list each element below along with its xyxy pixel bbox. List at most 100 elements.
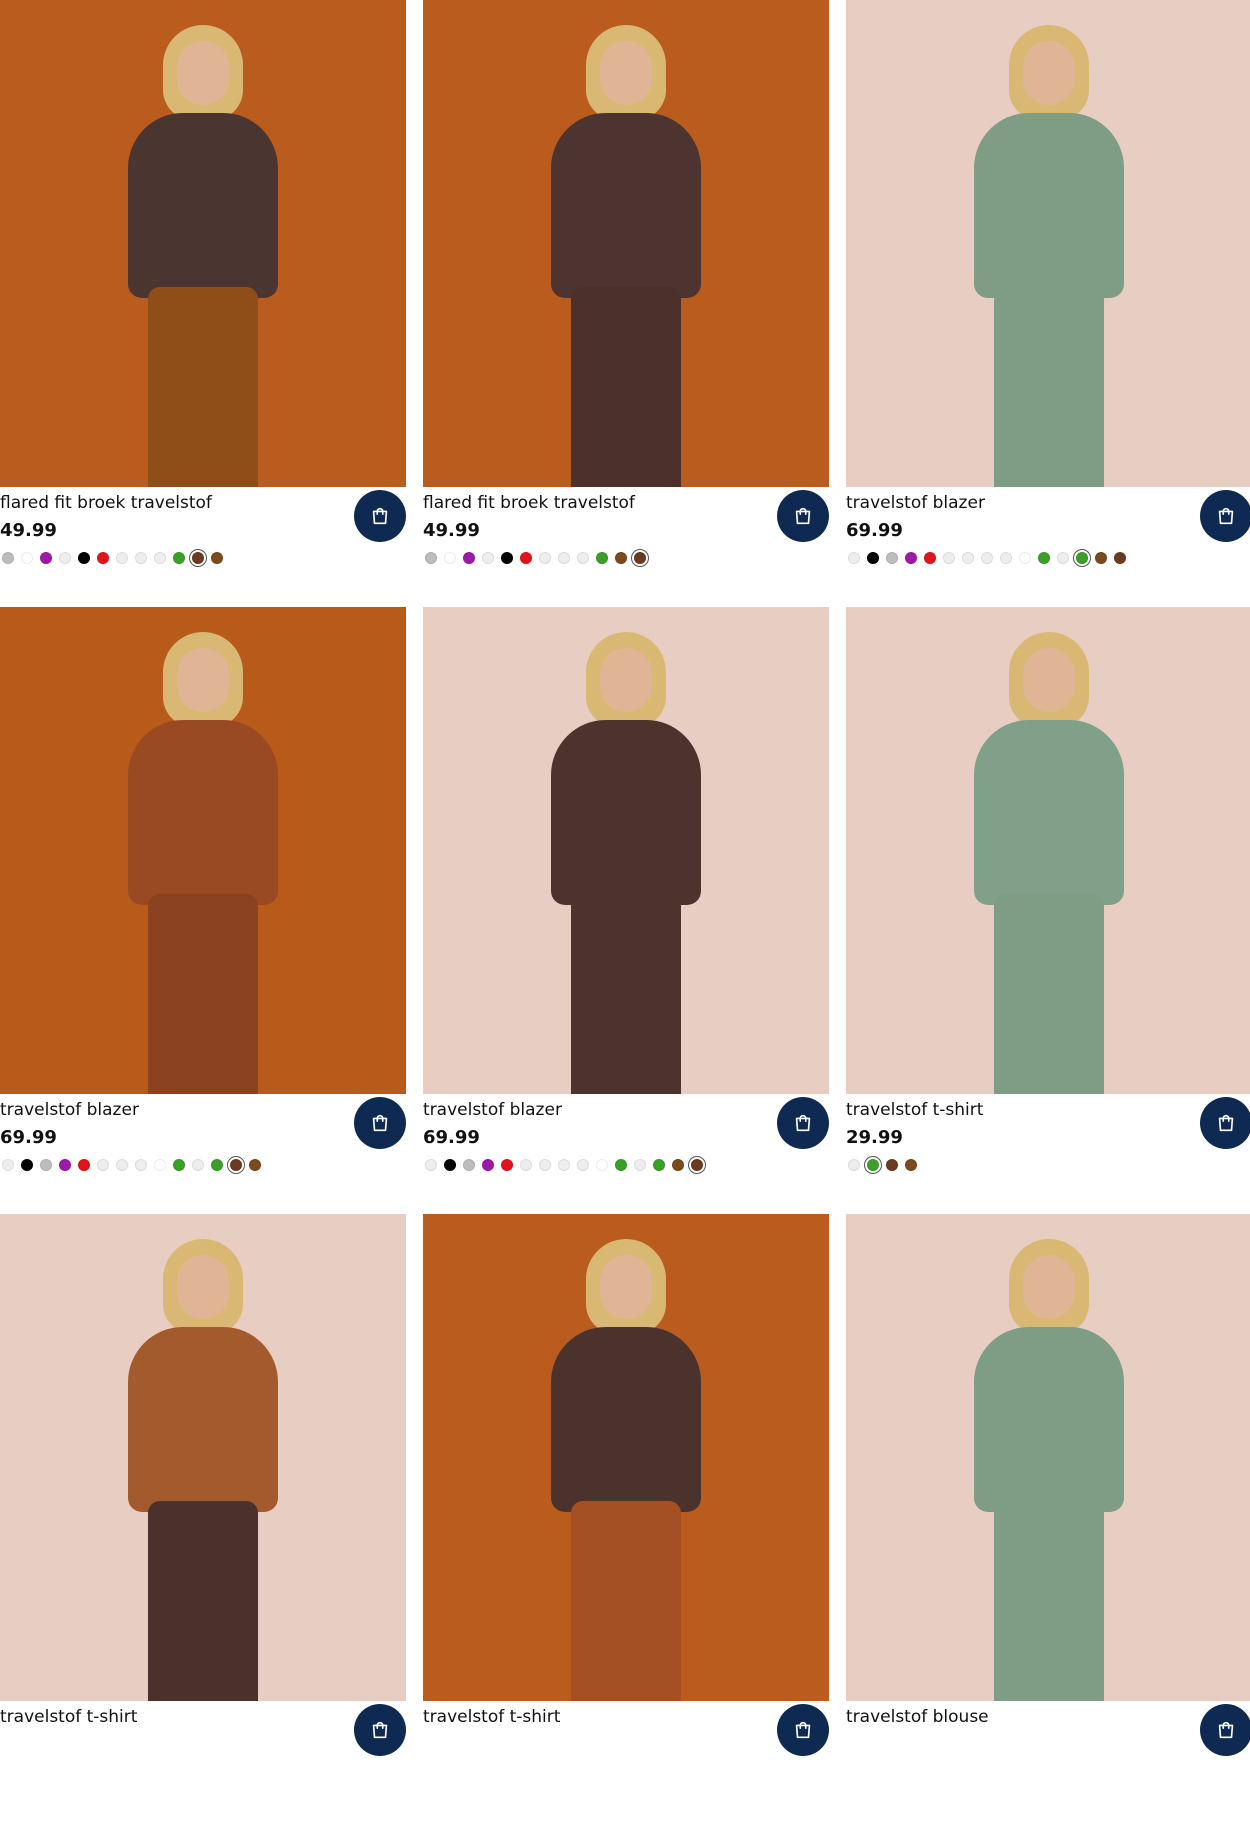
color-swatch[interactable] — [463, 1159, 475, 1171]
color-swatch[interactable] — [2, 1159, 14, 1171]
color-swatch[interactable] — [848, 1159, 860, 1171]
add-to-cart-button[interactable] — [354, 1097, 406, 1149]
color-swatch[interactable] — [1019, 552, 1031, 564]
add-to-cart-button[interactable] — [354, 490, 406, 542]
color-swatch[interactable] — [116, 552, 128, 564]
color-swatch[interactable] — [1000, 552, 1012, 564]
product-photo[interactable] — [423, 1214, 829, 1701]
add-to-cart-button[interactable] — [354, 1704, 406, 1756]
color-swatch[interactable] — [848, 552, 860, 564]
color-swatch[interactable] — [2, 552, 14, 564]
product-card[interactable]: flared fit broek travelstof 49.99 — [0, 0, 406, 607]
color-swatch[interactable] — [59, 552, 71, 564]
color-swatch[interactable] — [577, 1159, 589, 1171]
color-swatch[interactable] — [558, 552, 570, 564]
color-swatch[interactable] — [943, 552, 955, 564]
product-photo[interactable] — [0, 0, 406, 487]
color-swatch[interactable] — [981, 552, 993, 564]
color-swatch[interactable] — [211, 1159, 223, 1171]
color-swatch[interactable] — [97, 1159, 109, 1171]
color-swatch[interactable] — [211, 552, 223, 564]
color-swatch[interactable] — [1057, 552, 1069, 564]
color-swatch[interactable] — [520, 552, 532, 564]
color-swatch[interactable] — [672, 1159, 684, 1171]
product-photo[interactable] — [846, 607, 1250, 1094]
product-photo[interactable] — [423, 0, 829, 487]
color-swatch[interactable] — [501, 1159, 513, 1171]
product-card[interactable]: travelstof blazer 69.99 — [846, 0, 1250, 607]
color-swatch[interactable] — [21, 1159, 33, 1171]
color-swatch[interactable] — [634, 1159, 646, 1171]
color-swatch[interactable] — [924, 552, 936, 564]
color-swatch[interactable] — [116, 1159, 128, 1171]
product-name[interactable]: flared fit broek travelstof — [423, 492, 635, 514]
color-swatch[interactable] — [615, 552, 627, 564]
color-swatch[interactable] — [539, 1159, 551, 1171]
color-swatch[interactable] — [425, 1159, 437, 1171]
color-swatch[interactable] — [444, 552, 456, 564]
product-name[interactable]: travelstof t-shirt — [0, 1706, 137, 1728]
color-swatch[interactable] — [230, 1159, 242, 1171]
color-swatch[interactable] — [249, 1159, 261, 1171]
product-card[interactable]: flared fit broek travelstof 49.99 — [423, 0, 829, 607]
color-swatch[interactable] — [59, 1159, 71, 1171]
color-swatch[interactable] — [596, 552, 608, 564]
color-swatch[interactable] — [463, 552, 475, 564]
product-card[interactable]: travelstof t-shirt 29.99 — [846, 607, 1250, 1214]
add-to-cart-button[interactable] — [1200, 490, 1250, 542]
color-swatch[interactable] — [539, 552, 551, 564]
add-to-cart-button[interactable] — [1200, 1097, 1250, 1149]
color-swatch[interactable] — [615, 1159, 627, 1171]
product-photo[interactable] — [0, 1214, 406, 1701]
color-swatch[interactable] — [425, 552, 437, 564]
color-swatch[interactable] — [482, 552, 494, 564]
color-swatch[interactable] — [1038, 552, 1050, 564]
color-swatch[interactable] — [78, 552, 90, 564]
product-name[interactable]: travelstof blouse — [846, 1706, 989, 1728]
color-swatch[interactable] — [1076, 552, 1088, 564]
add-to-cart-button[interactable] — [777, 1097, 829, 1149]
product-name[interactable]: travelstof blazer — [423, 1099, 562, 1121]
color-swatch[interactable] — [135, 552, 147, 564]
color-swatch[interactable] — [577, 552, 589, 564]
color-swatch[interactable] — [173, 552, 185, 564]
product-photo[interactable] — [423, 607, 829, 1094]
color-swatch[interactable] — [173, 1159, 185, 1171]
color-swatch[interactable] — [962, 552, 974, 564]
color-swatch[interactable] — [1095, 552, 1107, 564]
product-card[interactable]: travelstof t-shirt — [0, 1214, 406, 1821]
add-to-cart-button[interactable] — [1200, 1704, 1250, 1756]
color-swatch[interactable] — [886, 552, 898, 564]
color-swatch[interactable] — [40, 552, 52, 564]
color-swatch[interactable] — [558, 1159, 570, 1171]
color-swatch[interactable] — [1114, 552, 1126, 564]
color-swatch[interactable] — [154, 1159, 166, 1171]
color-swatch[interactable] — [634, 552, 646, 564]
color-swatch[interactable] — [596, 1159, 608, 1171]
add-to-cart-button[interactable] — [777, 1704, 829, 1756]
color-swatch[interactable] — [78, 1159, 90, 1171]
product-card[interactable]: travelstof blazer 69.99 — [423, 607, 829, 1214]
product-card[interactable]: travelstof t-shirt — [423, 1214, 829, 1821]
color-swatch[interactable] — [444, 1159, 456, 1171]
color-swatch[interactable] — [40, 1159, 52, 1171]
color-swatch[interactable] — [653, 1159, 665, 1171]
color-swatch[interactable] — [482, 1159, 494, 1171]
color-swatch[interactable] — [867, 552, 879, 564]
product-card[interactable]: travelstof blouse — [846, 1214, 1250, 1821]
color-swatch[interactable] — [691, 1159, 703, 1171]
color-swatch[interactable] — [154, 552, 166, 564]
product-photo[interactable] — [846, 0, 1250, 487]
add-to-cart-button[interactable] — [777, 490, 829, 542]
color-swatch[interactable] — [192, 1159, 204, 1171]
color-swatch[interactable] — [97, 552, 109, 564]
product-photo[interactable] — [0, 607, 406, 1094]
color-swatch[interactable] — [21, 552, 33, 564]
product-name[interactable]: travelstof blazer — [846, 492, 985, 514]
product-card[interactable]: travelstof blazer 69.99 — [0, 607, 406, 1214]
product-name[interactable]: travelstof blazer — [0, 1099, 139, 1121]
color-swatch[interactable] — [501, 552, 513, 564]
color-swatch[interactable] — [135, 1159, 147, 1171]
product-photo[interactable] — [846, 1214, 1250, 1701]
color-swatch[interactable] — [520, 1159, 532, 1171]
